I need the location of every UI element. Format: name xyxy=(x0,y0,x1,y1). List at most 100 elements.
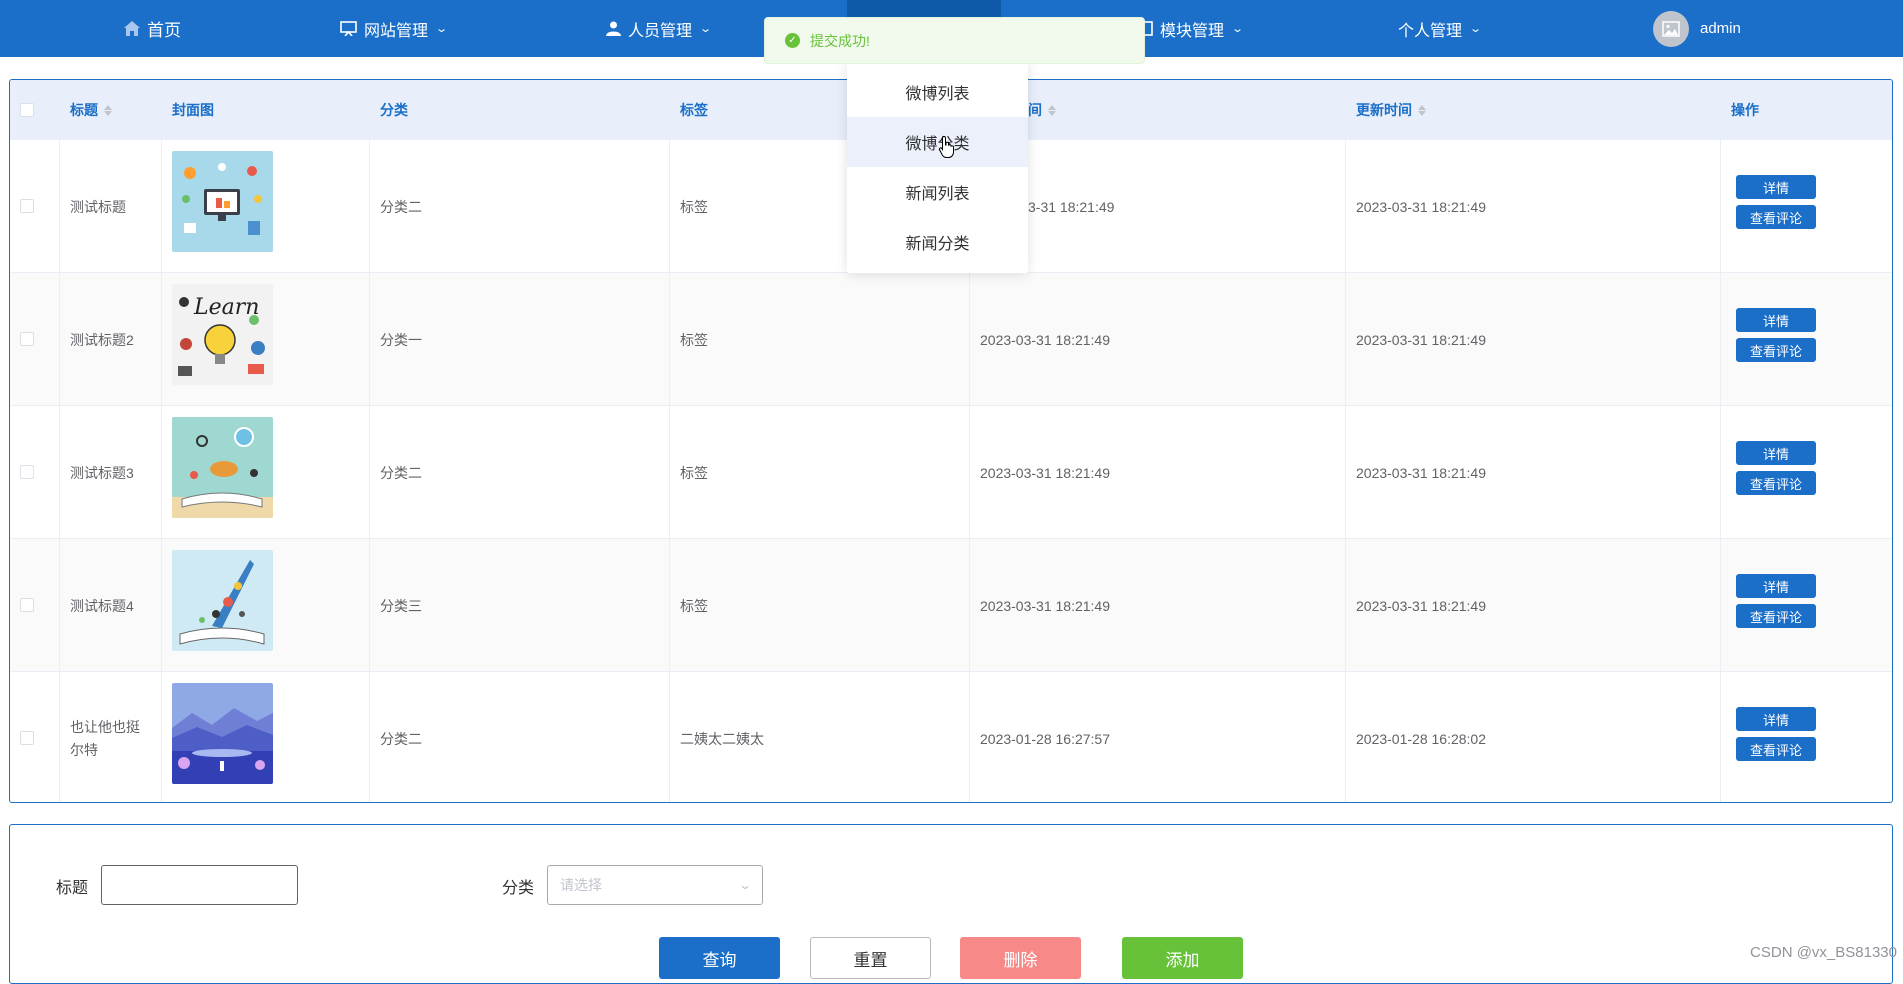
row-category: 分类三 xyxy=(380,597,422,614)
row-category: 分类二 xyxy=(380,464,422,481)
chevron-down-icon: ⌄ xyxy=(699,23,713,35)
cover-image: Learn xyxy=(172,284,273,385)
header-created-time[interactable]: 间 xyxy=(1028,80,1056,140)
row-title: 测试标题4 xyxy=(70,597,134,614)
header-created-label: 间 xyxy=(1028,102,1042,118)
column-divider xyxy=(669,140,670,802)
row-created-time: 3-31 18:21:49 xyxy=(1028,198,1115,215)
row-created-time: 2023-03-31 18:21:49 xyxy=(980,597,1110,614)
cover-image xyxy=(172,550,273,651)
view-comments-button[interactable]: 查看评论 xyxy=(1736,471,1816,495)
row-category: 分类一 xyxy=(380,331,422,348)
home-icon xyxy=(124,21,140,36)
username[interactable]: admin xyxy=(1700,0,1741,57)
monitor-icon xyxy=(340,21,357,36)
row-title: 测试标题3 xyxy=(70,464,134,481)
cover-image xyxy=(172,417,273,518)
detail-button[interactable]: 详情 xyxy=(1736,707,1816,731)
column-divider xyxy=(161,140,162,802)
cover-image xyxy=(172,683,273,784)
row-created-time: 2023-01-28 16:27:57 xyxy=(980,730,1110,747)
header-tags: 标签 xyxy=(680,102,708,118)
table-row: 测试标题2 Learn 分类一 标签 2023-03-31 18:21:49 2… xyxy=(10,273,1892,406)
row-title: 测试标题 xyxy=(70,198,126,215)
row-checkbox[interactable] xyxy=(20,199,34,213)
table-row: 测试标题3 分类二 标签 2023-03-31 18:21:49 2023-03… xyxy=(10,406,1892,539)
query-button[interactable]: 查询 xyxy=(659,937,780,979)
row-created-time: 2023-03-31 18:21:49 xyxy=(980,331,1110,348)
row-checkbox[interactable] xyxy=(20,598,34,612)
row-tags: 标签 xyxy=(680,597,708,614)
dropdown-item-weibo-list[interactable]: 微博列表 xyxy=(847,67,1028,117)
select-all-checkbox[interactable] xyxy=(20,103,34,117)
add-button[interactable]: 添加 xyxy=(1122,937,1243,979)
dropdown-item-news-list[interactable]: 新闻列表 xyxy=(847,167,1028,217)
row-tags: 标签 xyxy=(680,198,708,215)
success-toast: ✓ 提交成功! xyxy=(764,17,1145,64)
nav-people-management[interactable]: 人员管理 ⌄ xyxy=(606,0,713,57)
cover-image xyxy=(172,151,273,252)
table-row: 也让他也挺尔特 分类二 二姨太二姨太 2023-01-28 16:27:57 2… xyxy=(10,672,1892,802)
header-category: 分类 xyxy=(380,102,408,118)
row-title: 测试标题2 xyxy=(70,331,134,348)
svg-text:Learn: Learn xyxy=(193,295,259,320)
title-filter-label: 标题 xyxy=(56,880,89,897)
title-filter-input[interactable] xyxy=(101,865,298,905)
nav-site-management[interactable]: 网站管理 ⌄ xyxy=(340,0,449,57)
chevron-down-icon: ⌄ xyxy=(737,878,753,892)
image-placeholder-icon xyxy=(1662,21,1680,37)
column-divider xyxy=(1720,140,1721,802)
nav-home-label: 首页 xyxy=(147,21,181,40)
row-tags: 标签 xyxy=(680,464,708,481)
dropdown-item-news-category[interactable]: 新闻分类 xyxy=(847,217,1028,267)
category-filter-label: 分类 xyxy=(502,880,535,897)
column-divider xyxy=(369,140,370,802)
view-comments-button[interactable]: 查看评论 xyxy=(1736,205,1816,229)
row-checkbox[interactable] xyxy=(20,465,34,479)
nav-personal-label: 个人管理 xyxy=(1398,22,1463,40)
row-updated-time: 2023-03-31 18:21:49 xyxy=(1356,198,1486,215)
row-updated-time: 2023-03-31 18:21:49 xyxy=(1356,597,1486,614)
table-row: 测试标题4 分类三 标签 2023-03-31 18:21:49 2023-03… xyxy=(10,539,1892,672)
header-actions: 操作 xyxy=(1731,102,1759,118)
sort-icon[interactable] xyxy=(1418,104,1426,116)
chevron-down-icon: ⌄ xyxy=(1231,23,1245,35)
chevron-down-icon: ⌄ xyxy=(1469,23,1483,35)
nav-module-label: 模块管理 xyxy=(1160,22,1225,40)
sort-icon[interactable] xyxy=(104,104,112,116)
nav-module-management[interactable]: 模块管理 ⌄ xyxy=(1140,0,1245,57)
row-category: 分类二 xyxy=(380,730,422,747)
header-cover: 封面图 xyxy=(172,102,214,118)
detail-button[interactable]: 详情 xyxy=(1736,574,1816,598)
view-comments-button[interactable]: 查看评论 xyxy=(1736,338,1816,362)
reset-button[interactable]: 重置 xyxy=(810,937,931,979)
row-created-time: 2023-03-31 18:21:49 xyxy=(980,464,1110,481)
nav-personal-management[interactable]: 个人管理 ⌄ xyxy=(1398,0,1483,57)
row-checkbox[interactable] xyxy=(20,731,34,745)
detail-button[interactable]: 详情 xyxy=(1736,308,1816,332)
category-select[interactable]: 请选择 ⌄ xyxy=(547,865,763,905)
row-title: 也让他也挺尔特 xyxy=(70,718,140,758)
avatar[interactable] xyxy=(1653,11,1689,47)
row-updated-time: 2023-01-28 16:28:02 xyxy=(1356,730,1486,747)
header-updated-time[interactable]: 更新时间 xyxy=(1356,80,1426,140)
detail-button[interactable]: 详情 xyxy=(1736,441,1816,465)
hand-cursor-icon xyxy=(938,135,954,158)
header-title-label: 标题 xyxy=(70,102,98,118)
chevron-down-icon: ⌄ xyxy=(435,23,449,35)
nav-site-label: 网站管理 xyxy=(364,22,429,40)
watermark: CSDN @vx_BS81330 xyxy=(1750,944,1897,961)
sort-icon[interactable] xyxy=(1048,104,1056,116)
nav-people-label: 人员管理 xyxy=(628,22,693,40)
row-checkbox[interactable] xyxy=(20,332,34,346)
header-title[interactable]: 标题 xyxy=(70,80,112,140)
nav-home[interactable]: 首页 xyxy=(124,0,181,57)
column-divider xyxy=(59,140,60,802)
delete-button[interactable]: 删除 xyxy=(960,937,1081,979)
view-comments-button[interactable]: 查看评论 xyxy=(1736,737,1816,761)
check-circle-icon: ✓ xyxy=(785,33,800,48)
detail-button[interactable]: 详情 xyxy=(1736,175,1816,199)
row-updated-time: 2023-03-31 18:21:49 xyxy=(1356,331,1486,348)
view-comments-button[interactable]: 查看评论 xyxy=(1736,604,1816,628)
row-category: 分类二 xyxy=(380,198,422,215)
